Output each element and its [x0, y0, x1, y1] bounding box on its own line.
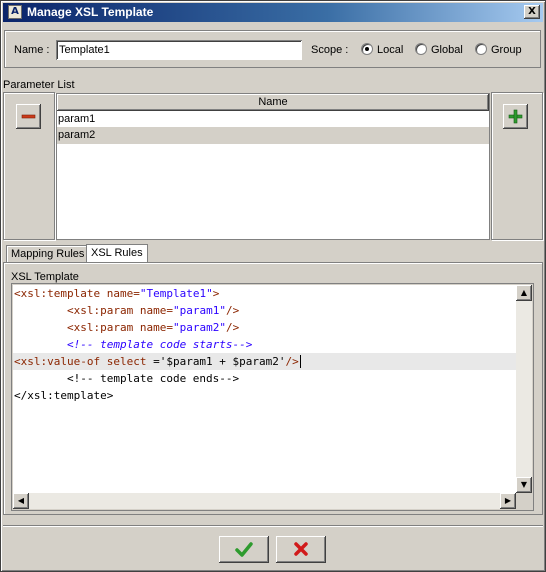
code-line-7: </xsl:template> — [14, 389, 114, 402]
parameter-list-label: Parameter List — [3, 79, 75, 91]
table-row[interactable]: param1 — [57, 112, 489, 128]
window-title: Manage XSL Template — [27, 5, 154, 19]
vertical-scrollbar[interactable]: ▲ ▼ — [516, 285, 532, 493]
tab-mapping-rules[interactable]: Mapping Rules — [6, 245, 90, 263]
code-line-5: <xsl:value-of select ='$param1 + $param2… — [13, 353, 516, 370]
name-input[interactable] — [56, 40, 302, 60]
scope-label: Scope : — [311, 44, 349, 56]
scope-local-radio[interactable] — [361, 43, 373, 55]
name-label: Name : — [14, 44, 50, 56]
ok-button[interactable] — [219, 536, 269, 563]
xsl-template-label: XSL Template — [11, 271, 79, 283]
scroll-right-icon[interactable]: ▶ — [500, 493, 516, 509]
column-header-name[interactable]: Name — [57, 94, 489, 111]
footer-divider — [3, 525, 543, 526]
scope-global-radio[interactable] — [415, 43, 427, 55]
add-parameter-button[interactable] — [503, 104, 528, 129]
scroll-left-icon[interactable]: ◀ — [13, 493, 29, 509]
plus-icon — [508, 109, 523, 124]
scroll-corner — [516, 493, 532, 509]
xsl-code-editor[interactable]: <xsl:template name="Template1"> <xsl:par… — [13, 285, 516, 493]
horizontal-scrollbar[interactable]: ◀ ▶ — [13, 493, 516, 509]
scroll-down-icon[interactable]: ▼ — [516, 477, 532, 493]
table-row[interactable]: param2 — [57, 128, 489, 144]
title-bar[interactable]: A Manage XSL Template X — [3, 3, 543, 22]
scope-group-radio[interactable] — [475, 43, 487, 55]
scope-group-label[interactable]: Group — [491, 44, 522, 56]
app-icon: A — [8, 5, 22, 19]
code-line-2: <xsl:param name="param1"/> — [66, 304, 240, 317]
cross-icon — [294, 542, 308, 556]
code-line-3: <xsl:param name="param2"/> — [66, 321, 240, 334]
code-line-6: <!-- template code ends--> — [14, 372, 240, 385]
check-icon — [235, 542, 253, 557]
scope-global-label[interactable]: Global — [431, 44, 463, 56]
minus-icon — [21, 114, 36, 119]
scope-local-label[interactable]: Local — [377, 44, 403, 56]
remove-parameter-button[interactable] — [16, 104, 41, 129]
tab-xsl-rules[interactable]: XSL Rules — [86, 244, 148, 263]
code-line-4: <!-- template code starts--> — [14, 338, 253, 351]
cancel-button[interactable] — [276, 536, 326, 563]
scroll-up-icon[interactable]: ▲ — [516, 285, 532, 301]
code-line-1: <xsl:template name="Template1"> — [14, 287, 220, 300]
close-icon[interactable]: X — [524, 5, 540, 19]
